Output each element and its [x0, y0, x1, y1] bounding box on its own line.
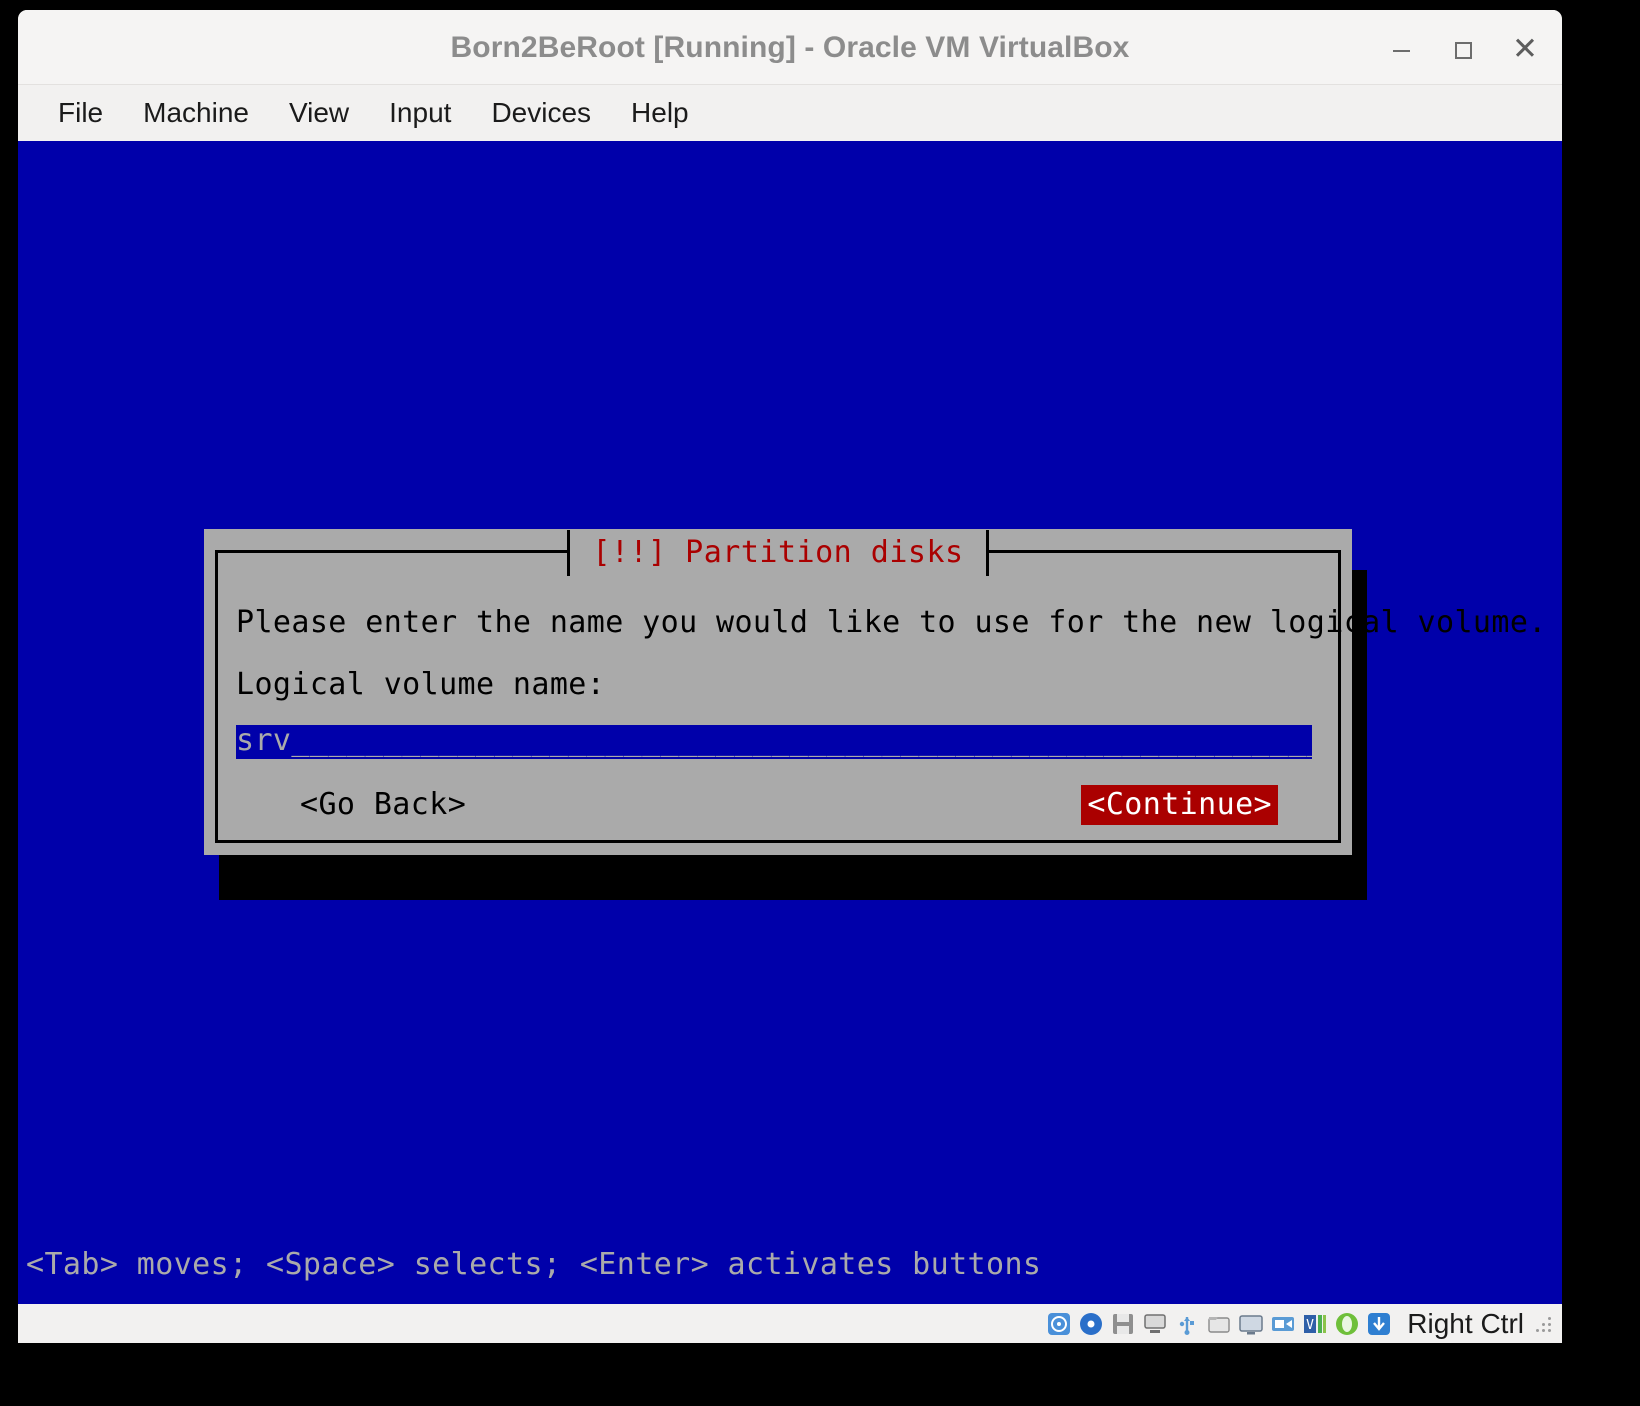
floppy-disk-icon[interactable]: [1109, 1310, 1137, 1338]
menu-machine[interactable]: Machine: [127, 93, 265, 133]
virtualization-icon[interactable]: V: [1301, 1310, 1329, 1338]
keyboard-capture-icon[interactable]: [1365, 1310, 1393, 1338]
svg-text:V: V: [1306, 1318, 1314, 1333]
window-title: Born2BeRoot [Running] - Oracle VM Virtua…: [450, 31, 1130, 64]
dialog-button-row: <Go Back> <Continue>: [218, 785, 1338, 827]
maximize-icon: [1454, 42, 1472, 60]
recording-icon[interactable]: [1269, 1310, 1297, 1338]
resize-grip[interactable]: [1534, 1315, 1552, 1333]
dialog-prompt-text: Please enter the name you would like to …: [236, 605, 1547, 640]
partition-disks-dialog: [!!] Partition disks Please enter the na…: [204, 529, 1546, 855]
close-button[interactable]: ✕: [1506, 30, 1544, 68]
logical-volume-name-value: srv: [236, 725, 292, 758]
menu-view[interactable]: View: [273, 93, 365, 133]
virtualbox-statusbar: V Right Ctrl: [18, 1304, 1562, 1343]
logical-volume-name-label: Logical volume name:: [236, 667, 606, 702]
go-back-button[interactable]: <Go Back>: [296, 785, 470, 825]
hard-disk-icon[interactable]: [1045, 1310, 1073, 1338]
close-icon: ✕: [1512, 31, 1538, 66]
menu-help[interactable]: Help: [615, 93, 705, 133]
host-key-indicator: Right Ctrl: [1407, 1307, 1524, 1339]
dialog-title-container: [!!] Partition disks: [218, 530, 1338, 576]
window-titlebar: Born2BeRoot [Running] - Oracle VM Virtua…: [18, 10, 1562, 85]
menu-file[interactable]: File: [42, 93, 119, 133]
dialog-frame: [!!] Partition disks Please enter the na…: [215, 530, 1546, 843]
console-help-line: <Tab> moves; <Space> selects; <Enter> ac…: [26, 1247, 1042, 1282]
continue-button[interactable]: <Continue>: [1081, 785, 1278, 825]
input-filler-underscores: ________________________________________…: [291, 725, 1312, 758]
guest-screen[interactable]: [!!] Partition disks Please enter the na…: [18, 141, 1562, 1304]
maximize-button[interactable]: [1444, 30, 1482, 68]
shared-folder-icon[interactable]: [1205, 1310, 1233, 1338]
logical-volume-name-input[interactable]: srv_____________________________________…: [236, 725, 1312, 759]
menu-devices[interactable]: Devices: [475, 93, 607, 133]
network-icon[interactable]: [1141, 1310, 1169, 1338]
minimize-icon: [1392, 49, 1410, 52]
virtualbox-window: Born2BeRoot [Running] - Oracle VM Virtua…: [18, 10, 1562, 1343]
menu-input[interactable]: Input: [373, 93, 467, 133]
usb-icon[interactable]: [1173, 1310, 1201, 1338]
mouse-integration-icon[interactable]: [1333, 1310, 1361, 1338]
display-icon[interactable]: [1237, 1310, 1265, 1338]
optical-disk-icon[interactable]: [1077, 1310, 1105, 1338]
minimize-button[interactable]: [1382, 30, 1420, 68]
dialog-title: [!!] Partition disks: [567, 530, 989, 576]
menubar: File Machine View Input Devices Help: [18, 85, 1562, 141]
